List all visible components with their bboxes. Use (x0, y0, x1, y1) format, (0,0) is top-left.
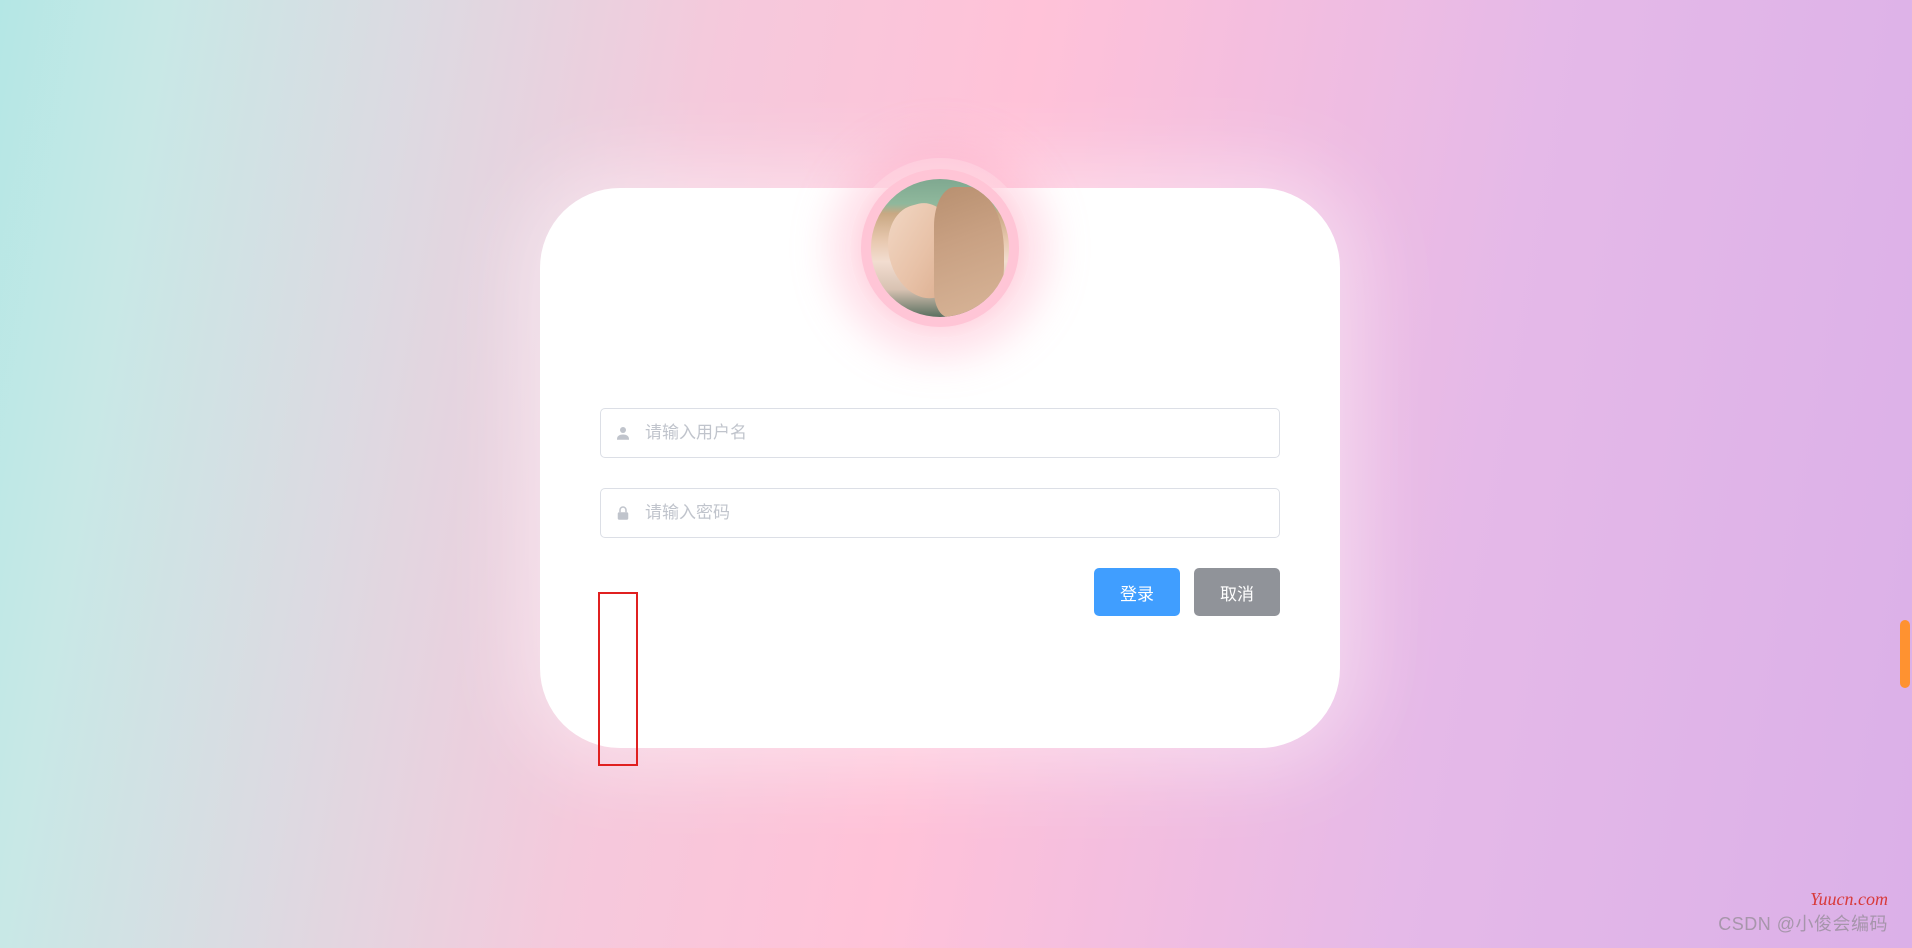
annotation-highlight (598, 592, 638, 766)
password-input[interactable] (645, 489, 1279, 537)
cancel-button[interactable]: 取消 (1194, 568, 1280, 616)
user-icon (601, 409, 645, 457)
username-group (600, 408, 1280, 458)
lock-icon (601, 489, 645, 537)
password-group (600, 488, 1280, 538)
avatar-ring (861, 169, 1019, 327)
watermark-csdn: CSDN @小俊会编码 (1718, 910, 1888, 936)
scrollbar-thumb[interactable] (1900, 620, 1910, 688)
button-row: 登录 取消 (600, 568, 1280, 616)
avatar (871, 179, 1009, 317)
avatar-glow (850, 158, 1030, 338)
login-card: 登录 取消 (540, 188, 1340, 748)
username-input[interactable] (645, 409, 1279, 457)
login-button[interactable]: 登录 (1094, 568, 1180, 616)
login-form: 登录 取消 (600, 408, 1280, 616)
watermark-site: Yuucn.com (1810, 889, 1888, 910)
